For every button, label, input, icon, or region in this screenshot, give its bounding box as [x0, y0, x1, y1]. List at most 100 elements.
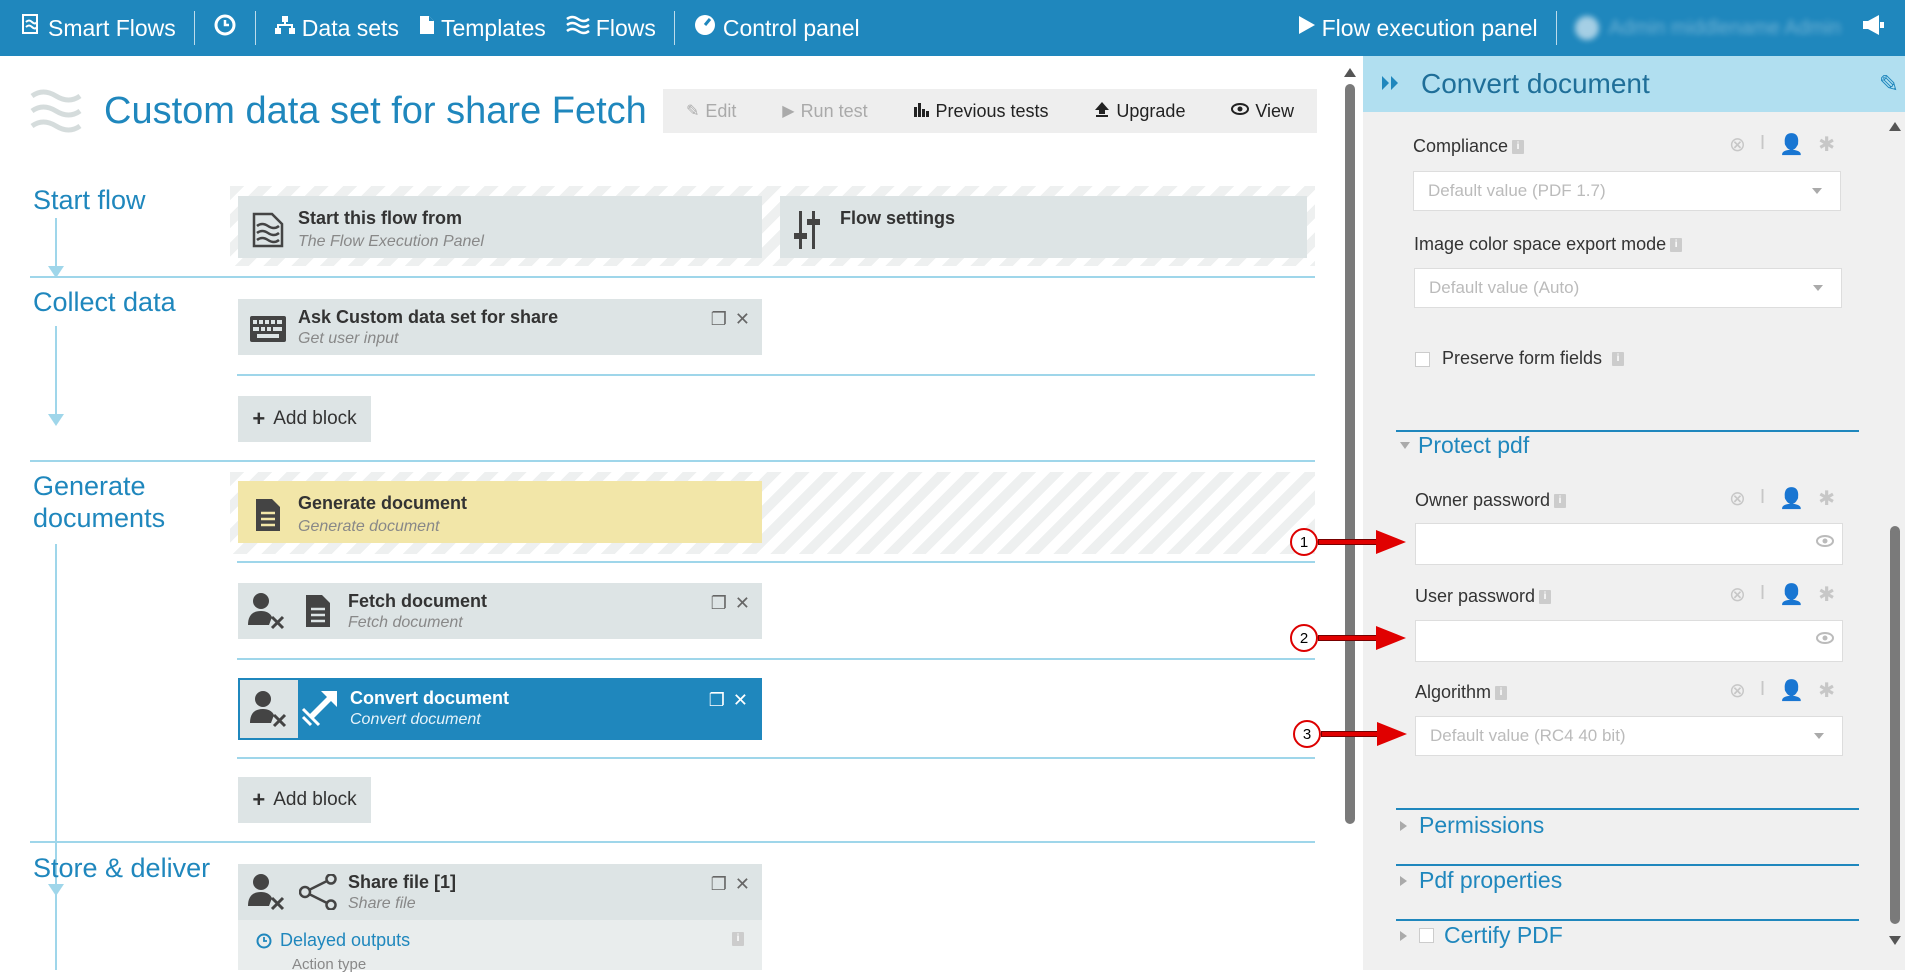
user-icon[interactable]: 👤 [1779, 582, 1804, 607]
preserve-form-checkbox[interactable] [1415, 352, 1430, 367]
permissions-label: Permissions [1419, 812, 1545, 838]
delayed-outputs-row[interactable]: Delayed outputs i Action type [238, 920, 762, 973]
add-block-button[interactable]: + Add block [238, 396, 371, 442]
text-cursor-icon[interactable]: I [1760, 582, 1766, 607]
flow-execution-panel-link[interactable]: Flow execution panel [1288, 0, 1548, 56]
annotation-marker-3: 3 [1293, 720, 1321, 748]
color-space-value: Default value (Auto) [1429, 278, 1580, 297]
scroll-up-arrow[interactable] [1344, 68, 1356, 77]
nav-control-panel[interactable]: Control panel [683, 0, 870, 56]
close-icon[interactable]: ✕ [735, 874, 750, 895]
color-space-select[interactable]: Default value (Auto) [1414, 268, 1842, 308]
block-divider [237, 757, 1315, 759]
user-icon[interactable]: 👤 [1779, 132, 1804, 157]
nav-datasets[interactable]: Data sets [264, 0, 409, 56]
upgrade-button[interactable]: Upgrade [1094, 101, 1185, 122]
fetch-document-block[interactable]: Fetch document Fetch document ❐ ✕ [238, 583, 762, 639]
pencil-icon[interactable]: ✎ [1879, 70, 1899, 99]
edit-button[interactable]: ✎ Edit [686, 101, 736, 122]
asterisk-icon[interactable]: ✱ [1818, 582, 1835, 607]
start-flow-block[interactable]: Start this flow from The Flow Execution … [238, 196, 762, 258]
previous-tests-button[interactable]: Previous tests [913, 101, 1049, 122]
user-icon[interactable]: 👤 [1779, 486, 1804, 511]
share-file-block[interactable]: Share file [1] Share file ❐ ✕ Delayed ou… [238, 864, 762, 973]
history-button[interactable] [203, 0, 247, 56]
section-generate-line1: Generate [33, 471, 146, 501]
page-title: Custom data set for share Fetch [104, 89, 647, 132]
smart-flows-icon [20, 14, 42, 42]
collapse-panel-icon[interactable] [1381, 71, 1401, 97]
brand-link[interactable]: Smart Flows [0, 0, 186, 56]
user-x-icon [250, 691, 287, 728]
text-cursor-icon[interactable]: I [1760, 486, 1766, 511]
main-scrollbar-thumb[interactable] [1345, 84, 1355, 824]
pdf-properties-group-toggle[interactable]: Pdf properties [1400, 867, 1562, 894]
asterisk-icon[interactable]: ✱ [1818, 678, 1835, 703]
user-menu[interactable]: Admin middlename Admin [1565, 16, 1851, 40]
copy-icon[interactable]: ❐ [711, 874, 727, 895]
user-x-cell [238, 864, 296, 920]
link-icon[interactable]: ⊗ [1729, 486, 1746, 511]
run-test-button[interactable]: ▶ Run test [782, 101, 867, 122]
compliance-select[interactable]: Default value (PDF 1.7) [1413, 171, 1841, 211]
link-icon[interactable]: ⊗ [1729, 678, 1746, 703]
copy-icon[interactable]: ❐ [709, 690, 725, 711]
certify-pdf-group-toggle[interactable]: Certify PDF [1400, 922, 1563, 949]
flow-settings-title: Flow settings [840, 208, 956, 228]
annotation-arrow-3 [1321, 731, 1379, 737]
nav-flows[interactable]: Flows [556, 0, 666, 56]
algorithm-select[interactable]: Default value (RC4 40 bit) [1415, 716, 1843, 756]
delayed-outputs-link[interactable]: Delayed outputs [256, 930, 410, 951]
panel-header: Convert document ✎ [1363, 56, 1905, 112]
flow-settings-text: Flow settings [840, 196, 955, 229]
separator [193, 11, 195, 45]
scroll-up-arrow[interactable] [1889, 122, 1901, 131]
user-name: Admin middlename Admin [1608, 16, 1841, 39]
section-divider [30, 276, 1315, 278]
protect-pdf-group-toggle[interactable]: Protect pdf [1400, 432, 1529, 459]
generate-document-block[interactable]: Generate document Generate document [238, 481, 762, 543]
eye-icon[interactable] [1816, 631, 1834, 649]
permissions-group-toggle[interactable]: Permissions [1400, 812, 1544, 839]
certify-pdf-checkbox[interactable] [1419, 928, 1434, 943]
ask-data-block[interactable]: Ask Custom data set for share Get user i… [238, 299, 762, 355]
owner-password-label-text: Owner password [1415, 490, 1551, 510]
nav-templates[interactable]: Templates [409, 0, 556, 56]
eye-icon [1231, 102, 1250, 120]
algorithm-label: Algorithm i [1415, 682, 1508, 703]
eye-icon[interactable] [1816, 534, 1834, 552]
info-icon: i [732, 932, 744, 946]
panel-scrollbar-thumb[interactable] [1890, 526, 1900, 924]
scroll-down-arrow[interactable] [1889, 936, 1901, 945]
asterisk-icon[interactable]: ✱ [1818, 132, 1835, 157]
view-button[interactable]: View [1231, 101, 1294, 122]
copy-icon[interactable]: ❐ [711, 309, 727, 330]
text-cursor-icon[interactable]: I [1760, 678, 1766, 703]
user-password-label-text: User password [1415, 586, 1536, 606]
convert-document-block[interactable]: Convert document Convert document ❐ ✕ [238, 678, 762, 740]
generate-document-text: Generate document Generate document [298, 481, 467, 536]
action-type-label: Action type [292, 956, 367, 973]
upload-icon [1094, 101, 1110, 122]
flow-settings-block[interactable]: Flow settings [780, 196, 1307, 258]
close-icon[interactable]: ✕ [735, 309, 750, 330]
copy-icon[interactable]: ❐ [711, 593, 727, 614]
owner-password-input[interactable] [1415, 523, 1843, 565]
link-icon[interactable]: ⊗ [1729, 132, 1746, 157]
asterisk-icon[interactable]: ✱ [1818, 486, 1835, 511]
flow-editor: Custom data set for share Fetch ✎ Edit ▶ R… [0, 56, 1330, 973]
section-arrow [48, 414, 64, 426]
close-icon[interactable]: ✕ [735, 593, 750, 614]
user-icon[interactable]: 👤 [1779, 678, 1804, 703]
caret-right-icon [1400, 875, 1407, 886]
link-icon[interactable]: ⊗ [1729, 582, 1746, 607]
edit-label: Edit [705, 100, 737, 121]
ask-block-controls: ❐ ✕ [711, 309, 750, 330]
notifications-button[interactable] [1851, 0, 1905, 56]
annotation-arrow-1 [1318, 539, 1378, 545]
add-block-button[interactable]: + Add block [238, 777, 371, 823]
text-cursor-icon[interactable]: I [1760, 132, 1766, 157]
close-icon[interactable]: ✕ [733, 690, 748, 711]
user-password-input[interactable] [1415, 620, 1843, 662]
section-connector [55, 890, 57, 970]
